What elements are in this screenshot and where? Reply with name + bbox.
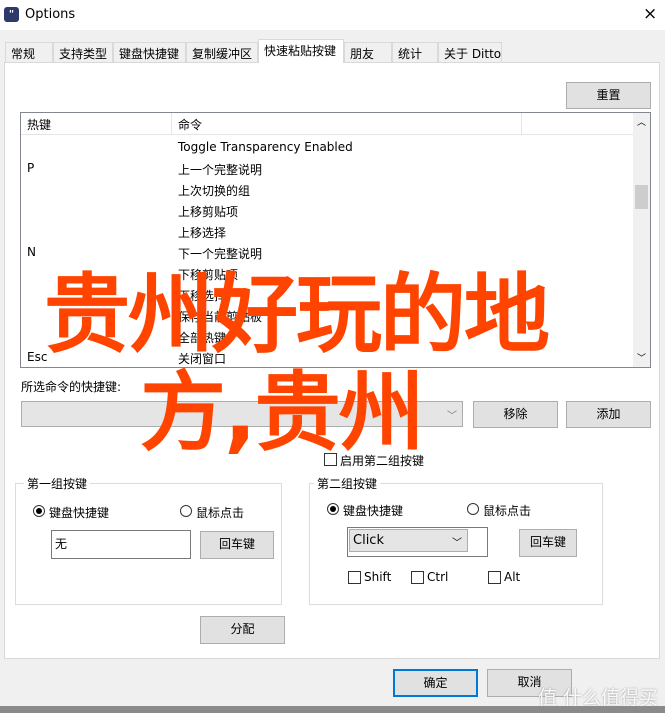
hotkey-cell: N (27, 245, 36, 259)
selected-hotkey-label: 所选命令的快捷键: (21, 380, 122, 394)
shift-label: Shift (364, 570, 392, 584)
list-item[interactable]: 上移选择 (21, 221, 633, 242)
group1-enter-button[interactable]: 回车键 (200, 531, 274, 559)
hotkey-cell: P (27, 161, 35, 175)
list-item[interactable]: Toggle Transparency Enabled (21, 137, 633, 158)
command-cell: Toggle Transparency Enabled (178, 140, 353, 154)
alt-label: Alt (504, 570, 521, 584)
close-icon[interactable]: × (643, 4, 657, 24)
overlay-caption-line2: 方,贵州 (140, 363, 425, 463)
alt-checkbox[interactable] (488, 571, 501, 584)
ctrl-checkbox[interactable] (411, 571, 424, 584)
reset-button[interactable]: 重置 (566, 82, 651, 109)
tab-about[interactable]: 关于 Ditto (438, 42, 502, 62)
group2-keyboard-radio[interactable] (327, 503, 339, 515)
list-item[interactable]: 上次切换的组 (21, 179, 633, 200)
tab-friends[interactable]: 朋友 (344, 42, 392, 62)
ditto-app-icon: " (4, 7, 19, 22)
ok-button[interactable]: 确定 (393, 669, 478, 697)
overlay-caption-line1: 贵州好玩的地 (44, 265, 550, 365)
group2-select[interactable]: Click ﹀ (349, 529, 468, 552)
group1-hotkey-input[interactable]: 无 (51, 530, 191, 559)
chevron-down-icon: ﹀ (452, 538, 462, 549)
group2-keyboard-label: 键盘快捷键 (343, 504, 404, 518)
list-item[interactable]: N 下一个完整说明 (21, 242, 633, 263)
list-item[interactable]: 上移剪贴项 (21, 200, 633, 221)
list-item[interactable]: P 上一个完整说明 (21, 158, 633, 179)
header-hotkey[interactable]: 热键 (27, 116, 51, 133)
scrollbar[interactable]: ︿ ﹀ (633, 113, 650, 367)
command-cell: 下一个完整说明 (178, 247, 263, 261)
add-button[interactable]: 添加 (566, 401, 651, 428)
tab-keyboard-shortcuts[interactable]: 键盘快捷键 (113, 42, 186, 62)
scroll-up-icon[interactable]: ︿ (637, 115, 646, 128)
title-bar (0, 0, 665, 30)
command-cell: 上移选择 (178, 226, 227, 240)
group2-mouse-label: 鼠标点击 (483, 504, 532, 518)
assign-button[interactable]: 分配 (200, 616, 285, 644)
tab-stats[interactable]: 统计 (392, 42, 438, 62)
group2-mouse-radio[interactable] (467, 503, 479, 515)
header-command[interactable]: 命令 (178, 116, 202, 133)
remove-button[interactable]: 移除 (473, 401, 558, 428)
group1-mouse-radio[interactable] (180, 505, 192, 517)
command-cell: 上移剪贴项 (178, 205, 239, 219)
group2-title: 第二组按键 (314, 475, 381, 492)
scrollbar-thumb[interactable] (635, 185, 648, 209)
tab-supported-types[interactable]: 支持类型 (53, 42, 113, 62)
chevron-down-icon: ﹀ (447, 411, 457, 422)
tab-general[interactable]: 常规 (5, 42, 53, 62)
command-cell: 上次切换的组 (178, 184, 251, 198)
group2-enter-button[interactable]: 回车键 (519, 529, 577, 557)
group1-keyboard-label: 键盘快捷键 (49, 506, 110, 520)
tab-quick-paste[interactable]: 快速粘贴按键 (258, 39, 344, 63)
ctrl-label: Ctrl (427, 570, 449, 584)
group1-title: 第一组按键 (24, 475, 91, 492)
list-header: 热键 命令 (21, 113, 633, 135)
command-cell: 上一个完整说明 (178, 163, 263, 177)
group1-keyboard-radio[interactable] (33, 505, 45, 517)
tab-copy-buffers[interactable]: 复制缓冲区 (186, 42, 258, 62)
window-title: Options (25, 7, 76, 22)
group1-mouse-label: 鼠标点击 (196, 506, 245, 520)
scroll-down-icon[interactable]: ﹀ (637, 351, 646, 364)
shift-checkbox[interactable] (348, 571, 361, 584)
watermark-logo: 值 什么值得买 (538, 687, 659, 709)
